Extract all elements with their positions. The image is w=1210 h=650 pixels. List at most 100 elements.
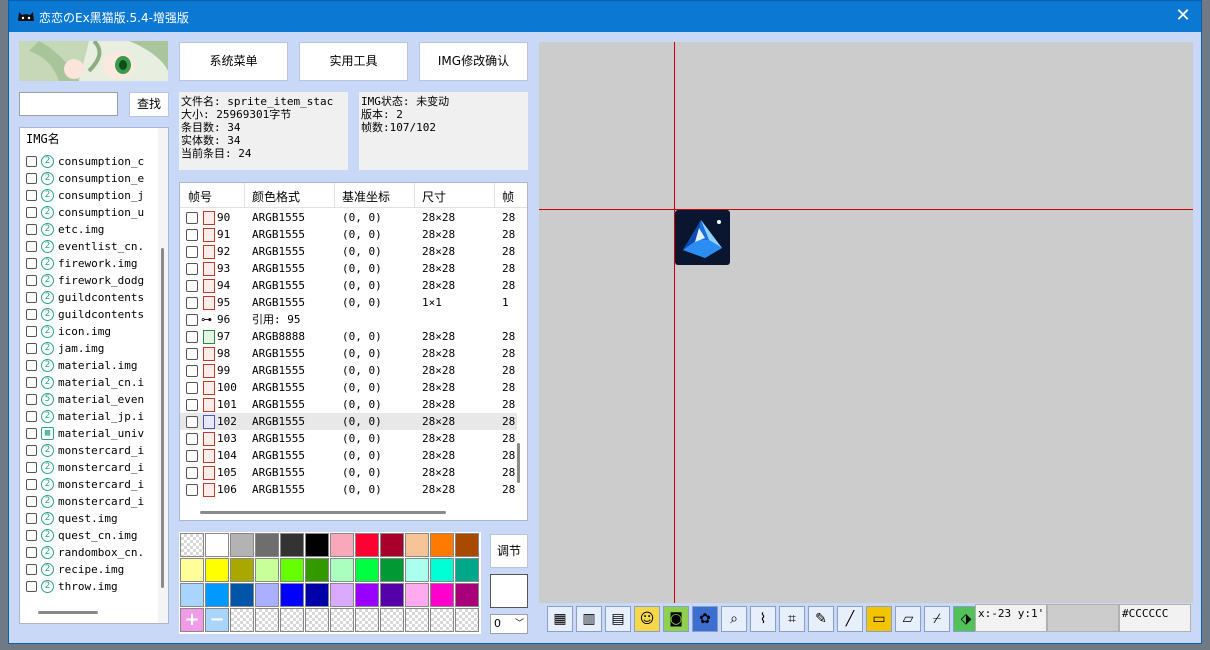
frame-row[interactable]: 101 ARGB1555 (0, 0) 28×28 28 <box>180 396 517 413</box>
frame-checkbox[interactable] <box>186 297 198 309</box>
frame-checkbox[interactable] <box>186 433 198 445</box>
column-base-coord[interactable]: 基准坐标 <box>342 188 390 205</box>
frame-row[interactable]: 104 ARGB1555 (0, 0) 28×28 28 <box>180 447 517 464</box>
img-checkbox[interactable] <box>26 309 37 320</box>
color-swatch[interactable] <box>455 583 479 607</box>
img-list-item[interactable]: 5 material_even <box>20 391 158 408</box>
img-list-item[interactable]: 2 firework.img <box>20 255 158 272</box>
empty-color-slot[interactable] <box>355 608 379 632</box>
frame-row[interactable]: 95 ARGB1555 (0, 0) 1×1 1 <box>180 294 517 311</box>
color-swatch[interactable] <box>230 558 254 582</box>
filmstrip-icon[interactable]: ▤ <box>605 606 631 632</box>
img-list-item[interactable]: 2 monstercard_i <box>20 459 158 476</box>
img-checkbox[interactable] <box>26 513 37 524</box>
column-frame-extra[interactable]: 帧 <box>502 188 514 205</box>
frame-row[interactable]: 93 ARGB1555 (0, 0) 28×28 28 <box>180 260 517 277</box>
column-frame-num[interactable]: 帧号 <box>188 188 212 205</box>
frame-checkbox[interactable] <box>186 331 198 343</box>
remove-color-button[interactable]: − <box>205 608 229 632</box>
color-swatch[interactable] <box>280 583 304 607</box>
frame-checkbox[interactable] <box>186 416 198 428</box>
color-swatch[interactable] <box>205 533 229 557</box>
img-checkbox[interactable] <box>26 292 37 303</box>
img-list-item[interactable]: 2 monstercard_i <box>20 476 158 493</box>
title-bar[interactable]: 恋恋のEx黑猫版.5.4-增强版 ✕ <box>9 1 1201 32</box>
frame-row[interactable]: 97 ARGB8888 (0, 0) 28×28 28 <box>180 328 517 345</box>
color-swatch[interactable] <box>380 558 404 582</box>
frame-row[interactable]: 90 ARGB1555 (0, 0) 28×28 28 <box>180 209 517 226</box>
frame-checkbox[interactable] <box>186 467 198 479</box>
color-swatch[interactable] <box>355 533 379 557</box>
img-checkbox[interactable] <box>26 445 37 456</box>
frame-row[interactable]: 99 ARGB1555 (0, 0) 28×28 28 <box>180 362 517 379</box>
img-checkbox[interactable] <box>26 360 37 371</box>
cat-face-icon[interactable]: ☺ <box>634 606 660 632</box>
frame-row[interactable]: 94 ARGB1555 (0, 0) 28×28 28 <box>180 277 517 294</box>
img-list-item[interactable]: 2 jam.img <box>20 340 158 357</box>
frame-row[interactable]: 106 ARGB1555 (0, 0) 28×28 28 <box>180 481 517 498</box>
color-swatch[interactable] <box>330 533 354 557</box>
img-list-item[interactable]: 2 guildcontents <box>20 289 158 306</box>
chart-icon[interactable]: ⌇ <box>750 606 776 632</box>
frame-checkbox[interactable] <box>186 246 198 258</box>
frame-checkbox[interactable] <box>186 263 198 275</box>
img-list-item[interactable]: 2 eventlist_cn. <box>20 238 158 255</box>
img-list-hscroll-thumb[interactable] <box>38 611 98 614</box>
img-checkbox[interactable] <box>26 377 37 388</box>
color-swatch[interactable] <box>380 583 404 607</box>
frame-checkbox[interactable] <box>186 450 198 462</box>
img-list-item[interactable]: 2 consumption_j <box>20 187 158 204</box>
line-icon[interactable]: ╱ <box>837 606 863 632</box>
img-checkbox[interactable] <box>26 530 37 541</box>
frame-checkbox[interactable] <box>186 212 198 224</box>
frame-row[interactable]: 103 ARGB1555 (0, 0) 28×28 28 <box>180 430 517 447</box>
img-list-item[interactable]: 2 consumption_c <box>20 153 158 170</box>
paw-icon[interactable]: ✿ <box>692 606 718 632</box>
pencil-icon[interactable]: ✎ <box>808 606 834 632</box>
img-list-item[interactable]: 2 material_cn.i <box>20 374 158 391</box>
color-swatch[interactable] <box>405 583 429 607</box>
frame-row[interactable]: 102 ARGB1555 (0, 0) 28×28 28 <box>180 413 517 430</box>
frame-row[interactable]: 98 ARGB1555 (0, 0) 28×28 28 <box>180 345 517 362</box>
current-color-swatch[interactable] <box>490 574 528 608</box>
img-list-item[interactable]: 2 consumption_u <box>20 204 158 221</box>
color-swatch[interactable] <box>380 533 404 557</box>
color-swatch[interactable] <box>405 558 429 582</box>
color-swatch[interactable] <box>455 533 479 557</box>
img-list-item[interactable]: 2 material.img <box>20 357 158 374</box>
empty-color-slot[interactable] <box>280 608 304 632</box>
img-list-item[interactable]: 2 monstercard_i <box>20 442 158 459</box>
frame-grid-icon[interactable]: ▦ <box>547 606 573 632</box>
frame-table-hscroll-thumb[interactable] <box>200 511 446 514</box>
frame-checkbox[interactable] <box>186 348 198 360</box>
img-checkbox[interactable] <box>26 326 37 337</box>
frame-row[interactable]: 100 ARGB1555 (0, 0) 28×28 28 <box>180 379 517 396</box>
adjust-button[interactable]: 调节 <box>490 534 528 568</box>
color-swatch[interactable] <box>280 558 304 582</box>
color-swatch[interactable] <box>355 558 379 582</box>
img-list-item[interactable]: ▦ material_univ <box>20 425 158 442</box>
img-list-item[interactable]: 2 consumption_e <box>20 170 158 187</box>
frame-table-scroll-thumb[interactable] <box>517 443 520 483</box>
img-list-item[interactable]: 2 firework_dodg <box>20 272 158 289</box>
img-list-scrollbar[interactable] <box>158 128 168 623</box>
img-checkbox[interactable] <box>26 207 37 218</box>
img-checkbox[interactable] <box>26 462 37 473</box>
img-list-item[interactable]: 2 randombox_cn. <box>20 544 158 561</box>
color-swatch[interactable] <box>430 558 454 582</box>
color-swatch[interactable] <box>280 533 304 557</box>
rectangle-icon[interactable]: ▭ <box>866 606 892 632</box>
frame-checkbox[interactable] <box>186 382 198 394</box>
frame-row[interactable]: ⊶ 96 引用: 95 <box>180 311 517 328</box>
color-swatch[interactable] <box>430 533 454 557</box>
img-checkbox[interactable] <box>26 258 37 269</box>
palette-index-select[interactable]: 0 ﹀ <box>490 614 528 634</box>
img-checkbox[interactable] <box>26 496 37 507</box>
empty-color-slot[interactable] <box>305 608 329 632</box>
search-input[interactable] <box>19 92 118 116</box>
color-swatch[interactable] <box>255 533 279 557</box>
img-list-item[interactable]: 2 throw.img <box>20 578 158 595</box>
color-swatch[interactable] <box>180 558 204 582</box>
sprite-canvas[interactable] <box>539 42 1193 603</box>
color-swatch[interactable] <box>305 583 329 607</box>
